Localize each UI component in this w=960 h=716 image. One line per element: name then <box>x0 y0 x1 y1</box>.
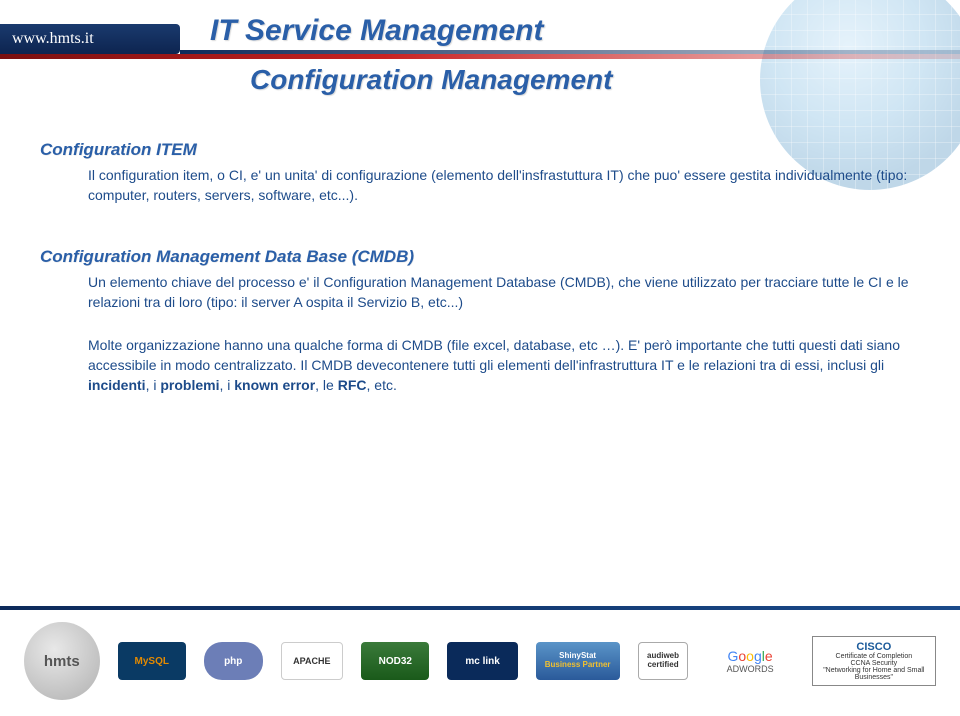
hmts-logo-icon <box>24 622 100 700</box>
sep2: , i <box>219 377 234 393</box>
mysql-logo: MySQL <box>118 642 186 680</box>
bold-incidenti: incidenti <box>88 377 146 393</box>
footer: MySQL php APACHE NOD32 mc link ShinyStat… <box>0 606 960 716</box>
page-header: www.hmts.it IT Service Management Config… <box>0 0 960 140</box>
site-url-bar: www.hmts.it <box>0 24 180 54</box>
cisco-brand: CISCO <box>856 641 891 653</box>
sep3: , le <box>315 377 338 393</box>
google-text: Google <box>706 648 793 664</box>
adwords-text: ADWORDS <box>706 664 793 674</box>
bold-rfc: RFC <box>338 377 367 393</box>
footer-divider <box>0 606 960 610</box>
cisco-l1: Certificate of Completion <box>817 653 931 660</box>
nod32-logo: NOD32 <box>361 642 429 680</box>
mclink-logo: mc link <box>447 642 517 680</box>
cisco-cert-logo: CISCO Certificate of Completion CCNA Sec… <box>812 636 936 686</box>
shinystat-logo: ShinyStat Business Partner <box>536 642 620 680</box>
cisco-l2: CCNA Security <box>817 660 931 667</box>
cisco-l3: "Networking for Home and Small Businesse… <box>817 667 931 681</box>
logo-row: MySQL php APACHE NOD32 mc link ShinyStat… <box>0 622 960 700</box>
content-area: Configuration ITEM Il configuration item… <box>0 140 960 419</box>
apache-logo: APACHE <box>281 642 344 680</box>
section2-para1: Un elemento chiave del processo e' il Co… <box>88 273 920 312</box>
section1-body: Il configuration item, o CI, e' un unita… <box>88 166 920 205</box>
section2-title: Configuration Management Data Base (CMDB… <box>40 247 920 267</box>
main-title: IT Service Management <box>210 14 543 48</box>
sep1: , i <box>146 377 161 393</box>
bold-known-error: known error <box>234 377 315 393</box>
php-logo: php <box>204 642 263 680</box>
sep4: , etc. <box>367 377 397 393</box>
section1-title: Configuration ITEM <box>40 140 920 160</box>
aud-line2: certified <box>647 661 678 670</box>
bold-problemi: problemi <box>160 377 219 393</box>
section2-para2: Molte organizzazione hanno una qualche f… <box>88 336 920 395</box>
red-divider <box>0 54 960 59</box>
google-adwords-logo: Google ADWORDS <box>706 648 793 674</box>
para2-text: Molte organizzazione hanno una qualche f… <box>88 337 900 373</box>
subtitle: Configuration Management <box>250 64 612 96</box>
audiweb-logo: audiweb certified <box>638 642 689 680</box>
shiny-line2: Business Partner <box>545 661 611 670</box>
